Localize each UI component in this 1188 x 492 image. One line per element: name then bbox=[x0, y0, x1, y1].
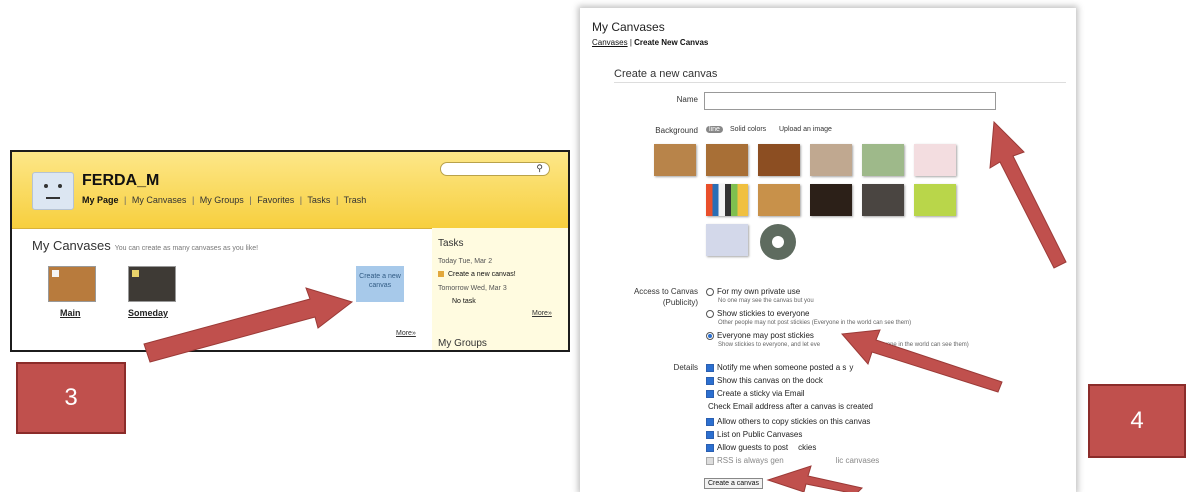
arrow-icon bbox=[840, 329, 1003, 393]
arrow-icon bbox=[766, 465, 863, 492]
annotation-arrows bbox=[143, 120, 1067, 492]
arrow-icon bbox=[989, 120, 1067, 269]
arrow-icon bbox=[143, 287, 354, 363]
